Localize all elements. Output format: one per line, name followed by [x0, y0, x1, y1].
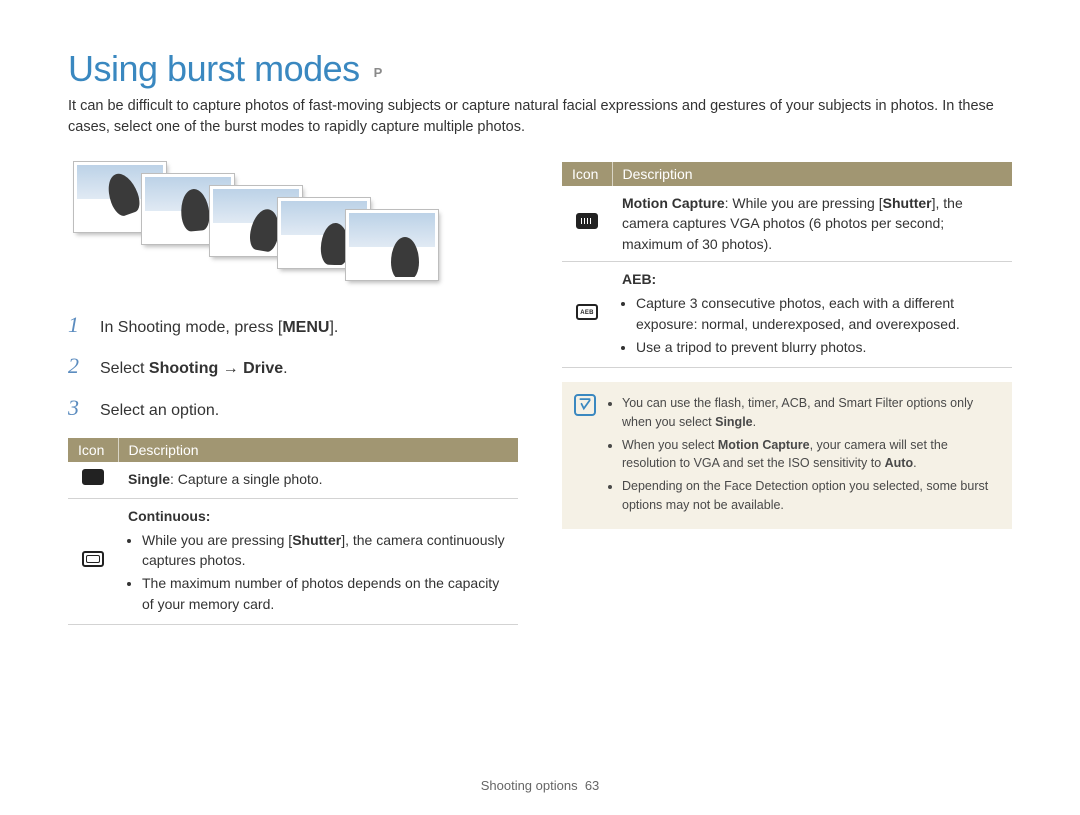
page-footer: Shooting options 63 — [0, 778, 1080, 793]
step-number: 3 — [68, 395, 86, 421]
motion-capture-icon — [576, 213, 598, 229]
list-item: You can use the flash, timer, ACB, and S… — [622, 394, 998, 432]
steps-list: 1 In Shooting mode, press [MENU]. 2 Sele… — [68, 312, 518, 422]
list-item: While you are pressing [Shutter], the ca… — [142, 530, 508, 571]
step-3: 3 Select an option. — [68, 395, 518, 422]
footer-section: Shooting options — [481, 778, 578, 793]
list-item: When you select Motion Capture, your cam… — [622, 436, 998, 474]
step-number: 2 — [68, 353, 86, 379]
list-item: Depending on the Face Detection option y… — [622, 477, 998, 515]
row-single: Single: Capture a single photo. — [68, 462, 518, 498]
step-2: 2 Select Shooting → Drive. — [68, 353, 518, 380]
desc-aeb: AEB: Capture 3 consecutive photos, each … — [612, 261, 1012, 367]
burst-frame-5 — [346, 210, 438, 280]
step-text: Select an option. — [100, 400, 219, 422]
note-list: You can use the flash, timer, ACB, and S… — [622, 394, 998, 519]
th-description: Description — [612, 162, 1012, 186]
row-aeb: AEB: Capture 3 consecutive photos, each … — [562, 261, 1012, 367]
list-item: Capture 3 consecutive photos, each with … — [636, 293, 1002, 334]
burst-illustration — [68, 162, 518, 292]
aeb-icon — [576, 304, 598, 320]
th-icon: Icon — [68, 438, 118, 462]
th-description: Description — [118, 438, 518, 462]
list-item: Use a tripod to prevent blurry photos. — [636, 337, 1002, 357]
title-row: Using burst modes P — [68, 48, 1012, 90]
mode-badge-p: P — [374, 65, 384, 80]
step-number: 1 — [68, 312, 86, 338]
row-continuous: Continuous: While you are pressing [Shut… — [68, 498, 518, 624]
page-title: Using burst modes — [68, 48, 360, 90]
step-text: In Shooting mode, press [MENU]. — [100, 317, 338, 339]
table-left: Icon Description Single: Capture a singl… — [68, 438, 518, 625]
desc-continuous: Continuous: While you are pressing [Shut… — [118, 498, 518, 624]
desc-motion-capture: Motion Capture: While you are pressing [… — [612, 186, 1012, 261]
note-icon — [574, 394, 596, 416]
left-column: 1 In Shooting mode, press [MENU]. 2 Sele… — [68, 162, 518, 625]
desc-single: Single: Capture a single photo. — [118, 462, 518, 498]
intro-paragraph: It can be difficult to capture photos of… — [68, 96, 1012, 138]
continuous-icon — [82, 551, 104, 567]
th-icon: Icon — [562, 162, 612, 186]
single-icon — [82, 469, 104, 485]
step-text: Select Shooting → Drive. — [100, 358, 288, 380]
note-box: You can use the flash, timer, ACB, and S… — [562, 382, 1012, 529]
right-column: Icon Description Motion Capture: While y… — [562, 162, 1012, 625]
list-item: The maximum number of photos depends on … — [142, 573, 508, 614]
footer-page-number: 63 — [585, 778, 599, 793]
step-1: 1 In Shooting mode, press [MENU]. — [68, 312, 518, 339]
row-motion-capture: Motion Capture: While you are pressing [… — [562, 186, 1012, 261]
table-right: Icon Description Motion Capture: While y… — [562, 162, 1012, 368]
